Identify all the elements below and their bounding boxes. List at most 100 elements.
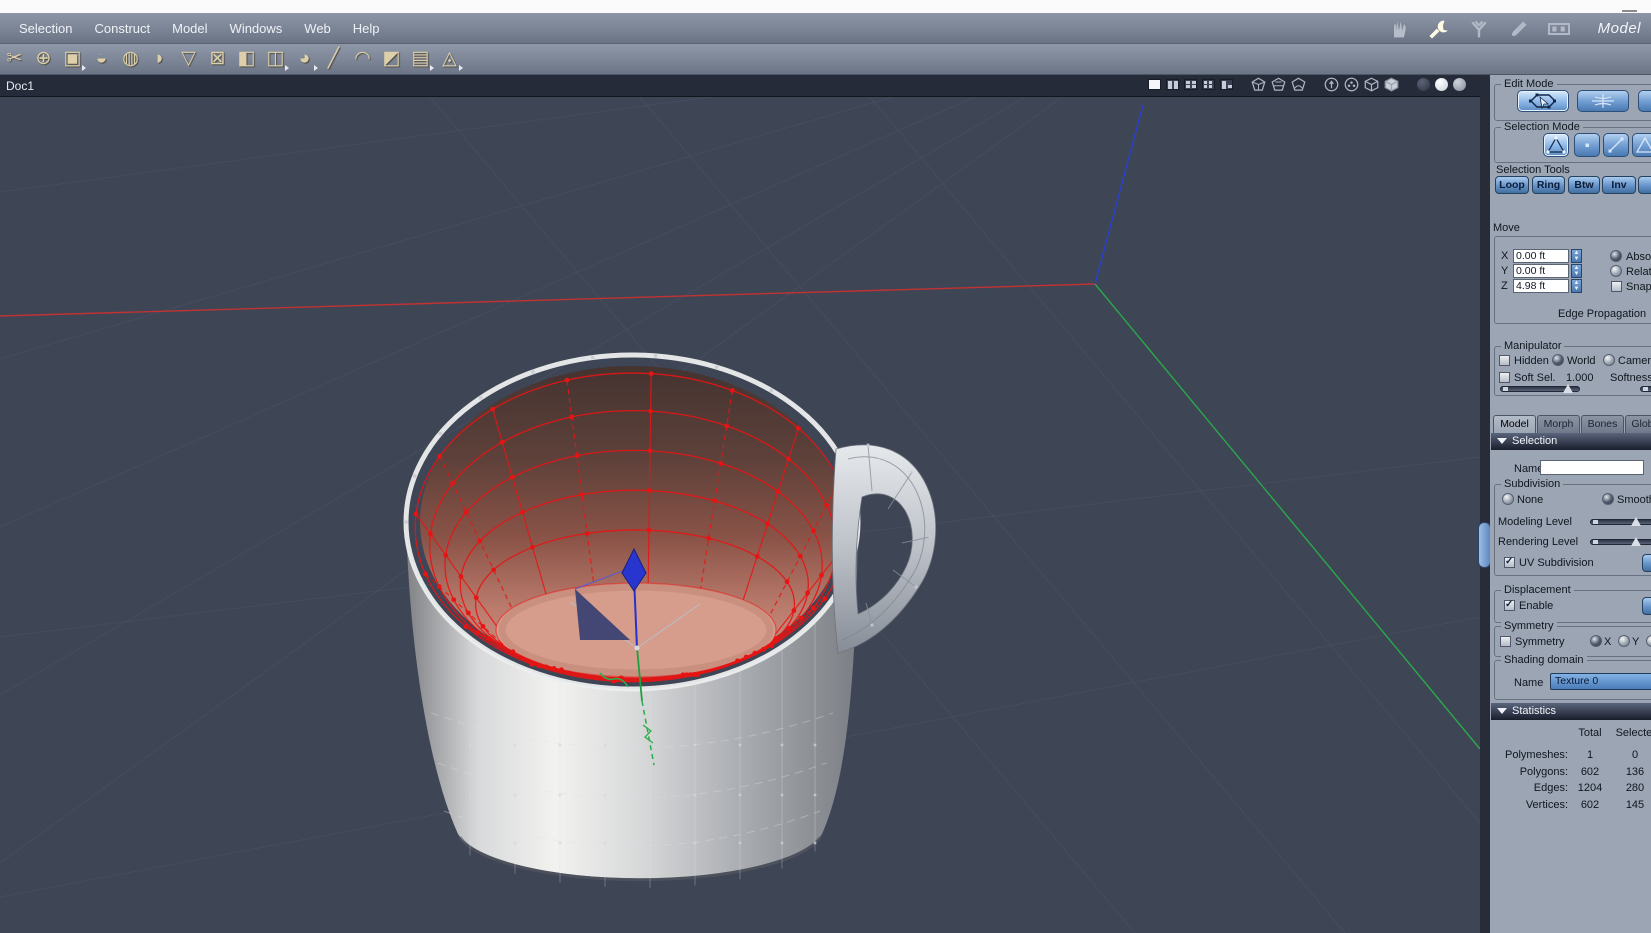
menu-help[interactable]: Help: [342, 21, 391, 36]
weld-icon[interactable]: ⊕: [29, 46, 58, 72]
menu-construct[interactable]: Construct: [83, 21, 161, 36]
menu-model[interactable]: Model: [161, 21, 218, 36]
lathe-icon[interactable]: ◍: [116, 46, 145, 72]
stat-row-selected: 136: [1625, 765, 1645, 778]
edit-mode-uv-button[interactable]: [1638, 90, 1651, 112]
shading-flat-icon[interactable]: [1291, 77, 1306, 92]
uv-subdivision-checkbox[interactable]: [1504, 556, 1515, 568]
selection-tool-inv-button[interactable]: Inv: [1602, 176, 1636, 194]
move-z-spinner[interactable]: ▲ ▼: [1571, 279, 1582, 293]
subdivision-smooth-radio[interactable]: [1602, 493, 1614, 505]
sphere-primitive-icon[interactable]: ◕: [290, 46, 319, 72]
selection-tool-loop-button[interactable]: Loop: [1495, 176, 1529, 194]
auto-select-icon: [1546, 136, 1566, 154]
fork-icon[interactable]: [1464, 18, 1494, 40]
tab-morph[interactable]: Morph: [1537, 415, 1580, 433]
bend-icon[interactable]: ◠: [348, 46, 377, 72]
selection-mode-points-button[interactable]: [1574, 133, 1600, 157]
curve-extract-icon[interactable]: ◗: [145, 46, 174, 72]
softness-slider[interactable]: [1640, 386, 1651, 392]
goblet-sweep-icon[interactable]: ▽: [174, 46, 203, 72]
move-z-field[interactable]: 4.98 ft: [1513, 279, 1569, 293]
layout-grid-icon[interactable]: [1202, 79, 1215, 90]
move-x-field[interactable]: 0.00 ft: [1513, 249, 1569, 263]
relative-radio[interactable]: [1610, 265, 1622, 277]
move-x-spinner[interactable]: ▲ ▼: [1571, 249, 1582, 263]
stat-row-selected: 0: [1631, 749, 1639, 761]
menu-windows[interactable]: Windows: [219, 21, 294, 36]
move-y-field[interactable]: 0.00 ft: [1513, 264, 1569, 278]
fold-icon[interactable]: ◩: [377, 46, 406, 72]
orbit-dots-icon[interactable]: [1344, 77, 1359, 92]
absolute-radio[interactable]: [1610, 250, 1622, 262]
wire-cube-icon[interactable]: [1364, 77, 1379, 92]
document-tab[interactable]: Doc1: [6, 79, 34, 93]
stat-row-label: Polygons:: [1519, 765, 1568, 778]
statistics-section-header[interactable]: Statistics: [1491, 703, 1651, 720]
dome-icon[interactable]: ◒: [87, 46, 116, 72]
edit-mode-object-button[interactable]: [1577, 90, 1629, 112]
world-radio[interactable]: [1552, 354, 1564, 366]
cut-scissors-icon[interactable]: ✂: [0, 46, 29, 72]
tab-model[interactable]: Model: [1493, 415, 1536, 433]
layout-corner-icon[interactable]: [1220, 79, 1233, 90]
sphere-bright-icon[interactable]: [1435, 78, 1448, 91]
symmetry-y-radio[interactable]: [1618, 635, 1630, 647]
snap-label: Snap: [1626, 281, 1651, 293]
film-icon[interactable]: [1544, 18, 1574, 40]
deform-pinch-icon[interactable]: ◬: [435, 46, 464, 72]
soft-sel-checkbox[interactable]: [1499, 372, 1510, 383]
viewport-3d[interactable]: [0, 97, 1480, 933]
menu-web[interactable]: Web: [293, 21, 342, 36]
solid-cube-icon[interactable]: [1384, 77, 1399, 92]
symmetry-checkbox[interactable]: [1500, 636, 1511, 647]
layout-single-icon[interactable]: [1148, 79, 1161, 90]
shading-smooth-wire-icon[interactable]: [1271, 77, 1286, 92]
snap-checkbox[interactable]: [1611, 281, 1622, 292]
selection-tool-extra-button[interactable]: [1638, 176, 1651, 194]
hidden-checkbox[interactable]: [1499, 355, 1510, 366]
selection-section-header[interactable]: Selection: [1491, 433, 1651, 450]
cube-primitive-icon[interactable]: ◧: [232, 46, 261, 72]
displacement-extra-button[interactable]: [1642, 597, 1651, 615]
shading-domain-dropdown[interactable]: Texture 0: [1550, 673, 1651, 690]
dissolve-icon[interactable]: ⊠: [203, 46, 232, 72]
tessellate-icon[interactable]: ▣: [58, 46, 87, 72]
brush-icon[interactable]: [1504, 18, 1534, 40]
sphere-dark-icon[interactable]: [1417, 78, 1430, 91]
name-field[interactable]: [1540, 460, 1644, 475]
menu-selection[interactable]: Selection: [8, 21, 83, 36]
layout-quad-icon[interactable]: [1184, 79, 1197, 90]
modeling-level-slider[interactable]: [1590, 517, 1651, 526]
wrench-icon-active[interactable]: [1424, 18, 1454, 40]
tab-bones[interactable]: Bones: [1581, 415, 1624, 433]
selection-tool-ring-button[interactable]: Ring: [1532, 176, 1565, 194]
selection-mode-faces-button[interactable]: [1632, 133, 1651, 157]
rendering-level-slider[interactable]: [1590, 537, 1651, 546]
selection-mode-edges-button[interactable]: [1603, 133, 1629, 157]
minimize-icon[interactable]: [1622, 10, 1637, 12]
stack-taper-icon[interactable]: ▤: [406, 46, 435, 72]
orbit-arrow-icon[interactable]: [1324, 77, 1339, 92]
layout-split-icon[interactable]: [1166, 79, 1179, 90]
stat-row-selected: 280: [1625, 782, 1645, 794]
soft-sel-slider[interactable]: [1500, 384, 1580, 393]
edit-mode-polygon-button[interactable]: [1517, 90, 1569, 112]
box-open-icon[interactable]: ◫: [261, 46, 290, 72]
shading-wireframe-icon[interactable]: [1251, 77, 1266, 92]
line-tool-icon[interactable]: ╱: [319, 46, 348, 72]
symmetry-z-radio[interactable]: [1646, 635, 1651, 647]
hand-icon[interactable]: [1384, 18, 1414, 40]
panel-splitter[interactable]: [1478, 75, 1491, 933]
tab-global[interactable]: Global: [1625, 415, 1651, 433]
symmetry-x-radio[interactable]: [1590, 635, 1602, 647]
subdivision-none-label: None: [1517, 494, 1544, 506]
uv-extra-button[interactable]: [1642, 554, 1651, 572]
move-y-spinner[interactable]: ▲ ▼: [1571, 264, 1582, 278]
displacement-enable-checkbox[interactable]: [1504, 599, 1515, 611]
sphere-gray-icon[interactable]: [1453, 78, 1466, 91]
subdivision-none-radio[interactable]: [1502, 493, 1514, 505]
selection-mode-auto-button[interactable]: [1543, 133, 1569, 157]
selection-tool-btw-button[interactable]: Btw: [1568, 176, 1600, 194]
camera-radio[interactable]: [1603, 354, 1615, 366]
